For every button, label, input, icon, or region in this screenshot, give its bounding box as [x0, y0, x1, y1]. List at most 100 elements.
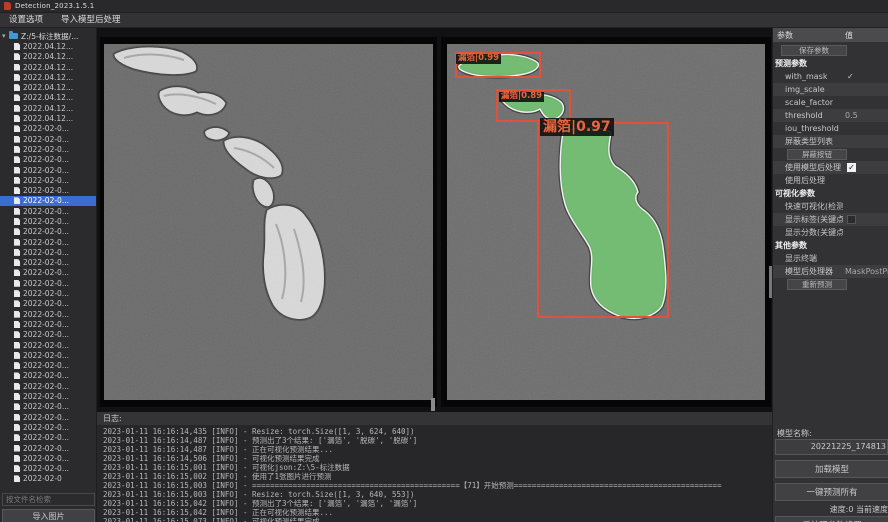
file-name: 2022.04.12... — [23, 63, 73, 72]
tree-file-item[interactable]: 2022-02-0... — [0, 453, 97, 463]
file-icon — [14, 136, 20, 143]
tree-file-item[interactable]: 2022-02-0... — [0, 206, 97, 216]
file-name: 2022-02-0... — [23, 145, 69, 154]
file-name: 2022-02-0... — [23, 166, 69, 175]
detection-label: 漏箔|0.89 — [499, 92, 544, 102]
tree-file-item[interactable]: 2022-02-0... — [0, 155, 97, 165]
tree-file-item[interactable]: 2022-02-0 — [0, 474, 97, 484]
checkbox-unchecked[interactable] — [847, 215, 856, 224]
tree-file-item[interactable]: 2022.04.12... — [0, 52, 97, 62]
file-name: 2022-02-0... — [23, 413, 69, 422]
detection-label: 漏箔|0.99 — [456, 54, 501, 64]
tree-file-item[interactable]: 2022-02-0... — [0, 288, 97, 298]
param-label: 显示分数(关键点) — [773, 226, 843, 239]
tree-file-item[interactable]: 2022-02-0... — [0, 391, 97, 401]
param-section-header: 其他参数 — [773, 239, 888, 252]
postprocess-settings-button[interactable]: 后处理参数设置 — [775, 516, 888, 522]
re-predict-button[interactable]: 重新预测 — [787, 279, 847, 290]
param-row[interactable]: 显示标签(关键点) — [773, 213, 888, 226]
tree-file-item[interactable]: 2022.04.12... — [0, 113, 97, 123]
tree-file-item[interactable]: 2022-02-0... — [0, 463, 97, 473]
tree-file-item[interactable]: 2022-02-0... — [0, 185, 97, 195]
model-name-field[interactable]: 20221225_174813 — [775, 439, 888, 455]
tree-file-item[interactable]: 2022-02-0... — [0, 175, 97, 185]
menu-settings[interactable]: 设置选项 — [0, 13, 52, 28]
predict-all-button[interactable]: 一键预测所有 — [775, 483, 888, 501]
title-bar: Detection_2023.1.5.1 — [0, 0, 888, 13]
tree-file-item[interactable]: 2022-02-0... — [0, 165, 97, 175]
load-model-button[interactable]: 加载模型 — [775, 460, 888, 478]
tree-file-item[interactable]: 2022.04.12... — [0, 62, 97, 72]
tree-file-item[interactable]: 2022-02-0... — [0, 299, 97, 309]
param-row[interactable]: threshold0.5 — [773, 109, 888, 122]
file-icon — [14, 383, 20, 390]
menu-import-model-postprocess[interactable]: 导入模型后处理 — [52, 13, 130, 28]
prediction-image-panel[interactable]: 漏箔|0.99漏箔|0.89漏箔|0.97 — [441, 37, 771, 407]
param-row[interactable]: with_mask✓ — [773, 70, 888, 83]
tree-file-item[interactable]: 2022.04.12... — [0, 93, 97, 103]
scrollbar-handle[interactable] — [431, 398, 435, 411]
file-icon — [14, 218, 20, 225]
tree-file-item[interactable]: 2022-02-0... — [0, 268, 97, 278]
file-icon — [14, 197, 20, 204]
tree-file-item[interactable]: 2022-02-0... — [0, 319, 97, 329]
param-row[interactable]: img_scale — [773, 83, 888, 96]
checkbox-checked[interactable]: ✓ — [847, 163, 856, 172]
tree-file-item[interactable]: 2022-02-0... — [0, 216, 97, 226]
param-label: 显示终端 — [773, 252, 817, 265]
file-icon — [14, 177, 20, 184]
tree-file-item[interactable]: 2022-02-0... — [0, 227, 97, 237]
tree-file-item[interactable]: 2022-02-0... — [0, 330, 97, 340]
tree-file-item[interactable]: 2022-02-0... — [0, 402, 97, 412]
param-row[interactable]: scale_factor — [773, 96, 888, 109]
tree-file-item[interactable]: 2022-02-0... — [0, 247, 97, 257]
tree-file-item[interactable]: 2022-02-0... — [0, 371, 97, 381]
tree-file-item[interactable]: 2022-02-0... — [0, 340, 97, 350]
tree-file-item[interactable]: 2022-02-0... — [0, 144, 97, 154]
file-icon — [14, 393, 20, 400]
tree-file-item[interactable]: 2022-02-0... — [0, 443, 97, 453]
tree-file-item[interactable]: 2022-02-0... — [0, 433, 97, 443]
param-row[interactable]: 显示终端 — [773, 252, 888, 265]
param-row[interactable]: 使用模型后处理✓ — [773, 161, 888, 174]
file-icon — [14, 259, 20, 266]
file-icon — [14, 300, 20, 307]
param-row[interactable]: 模型后处理器MaskPostPro — [773, 265, 888, 278]
original-image-panel[interactable] — [100, 37, 437, 407]
tree-file-item[interactable]: 2022-02-0... — [0, 124, 97, 134]
tree-root-folder[interactable]: ▾ Z:/5-标注数据/... — [0, 31, 97, 41]
file-icon — [14, 311, 20, 318]
param-label: 快速可视化(检测) — [773, 200, 843, 213]
tree-file-item[interactable]: 2022-02-0... — [0, 237, 97, 247]
file-icon — [14, 125, 20, 132]
tree-file-item[interactable]: 2022.04.12... — [0, 82, 97, 92]
tree-file-item[interactable]: 2022-02-0... — [0, 422, 97, 432]
save-params-button[interactable]: 保存参数 — [781, 45, 847, 56]
file-icon — [14, 156, 20, 163]
tree-file-item[interactable]: 2022-02-0... — [0, 412, 97, 422]
param-row[interactable]: 使用后处理 — [773, 174, 888, 187]
param-row[interactable]: iou_threshold — [773, 122, 888, 135]
tree-file-item[interactable]: 2022-02-0... — [0, 278, 97, 288]
tree-file-item[interactable]: 2022-02-0... — [0, 381, 97, 391]
tree-file-item[interactable]: 2022-02-0... — [0, 196, 97, 206]
param-row[interactable]: 快速可视化(检测) — [773, 200, 888, 213]
import-images-button[interactable]: 导入图片 — [2, 509, 95, 522]
tree-file-item[interactable]: 2022.04.12... — [0, 72, 97, 82]
param-row[interactable]: 屏蔽类型列表 — [773, 135, 888, 148]
file-icon — [14, 362, 20, 369]
tree-file-item[interactable]: 2022-02-0... — [0, 361, 97, 371]
param-row[interactable]: 显示分数(关键点) — [773, 226, 888, 239]
params-scrollbar-handle[interactable] — [769, 266, 772, 298]
param-col-header: 参数 — [777, 30, 793, 41]
tree-file-item[interactable]: 2022.04.12... — [0, 41, 97, 51]
tree-file-item[interactable]: 2022-02-0... — [0, 258, 97, 268]
tree-file-item[interactable]: 2022-02-0... — [0, 350, 97, 360]
tree-file-item[interactable]: 2022-02-0... — [0, 309, 97, 319]
tree-file-item[interactable]: 2022.04.12... — [0, 103, 97, 113]
search-input[interactable] — [2, 493, 95, 506]
mask-types-button[interactable]: 屏蔽按钮 — [787, 149, 847, 160]
file-icon — [14, 414, 20, 421]
file-name: 2022.04.12... — [23, 104, 73, 113]
tree-file-item[interactable]: 2022-02-0... — [0, 134, 97, 144]
